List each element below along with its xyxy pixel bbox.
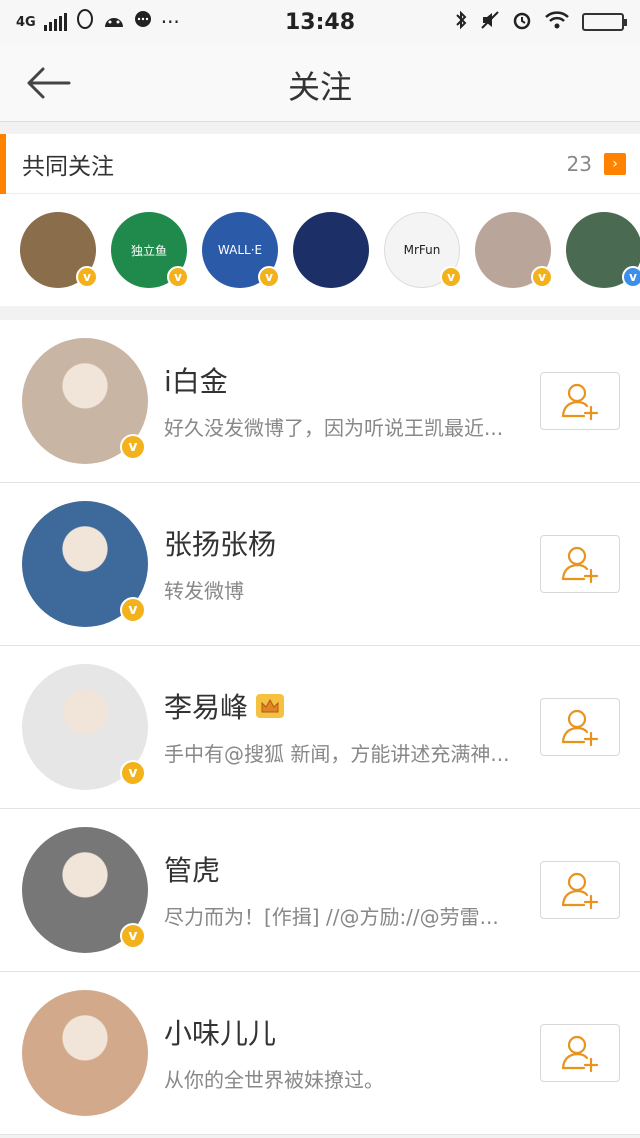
add-user-icon <box>561 709 599 747</box>
follow-button[interactable] <box>540 861 620 919</box>
mutual-follow-count: 23 <box>566 151 592 176</box>
avatar-image <box>22 990 148 1116</box>
status-right <box>454 10 627 35</box>
user-description: 手中有@搜狐 新闻，方能讲述充满神... <box>164 742 510 766</box>
user-description: 好久没发微博了，因为听说王凯最近... <box>164 416 504 440</box>
avatar[interactable]: v <box>566 212 640 288</box>
mutual-follow-section: 共同关注 23 › v 独立鱼 v WALL·E v MrFun v v v <box>0 134 640 306</box>
section-accent-bar <box>0 134 6 194</box>
follow-button[interactable] <box>540 1024 620 1082</box>
user-name-wrap: 张扬张杨 <box>164 523 276 563</box>
verified-gold-badge-icon: v <box>531 266 553 288</box>
verified-blue-badge-icon: v <box>622 266 640 288</box>
avatar[interactable]: v <box>22 827 148 953</box>
mutual-follow-header[interactable]: 共同关注 23 › <box>0 134 640 194</box>
status-bar: 4G ··· 13:48 <box>0 0 640 44</box>
follow-button[interactable] <box>540 372 620 430</box>
user-name[interactable]: 张扬张杨 <box>164 523 276 563</box>
list-item[interactable]: v 李易峰手中有@搜狐 新闻，方能讲述充满神... <box>0 646 640 809</box>
mute-icon <box>480 10 500 35</box>
status-left: 4G ··· <box>16 8 454 36</box>
verified-gold-badge-icon: v <box>258 266 280 288</box>
user-description: 转发微博 <box>164 579 244 603</box>
list-item[interactable]: v 张扬张杨转发微博 <box>0 483 640 646</box>
user-name[interactable]: 管虎 <box>164 849 220 889</box>
crown-icon <box>256 694 285 718</box>
user-name[interactable]: i白金 <box>164 360 228 400</box>
chevron-right-icon[interactable]: › <box>604 152 626 175</box>
wifi-icon <box>544 10 570 35</box>
verified-gold-badge-icon: v <box>76 266 98 288</box>
list-item[interactable]: v 管虎尽力而为！[作揖] //@方励://@劳雷... <box>0 809 640 972</box>
chat-icon <box>133 10 153 35</box>
avatar[interactable]: WALL·E v <box>202 212 280 288</box>
page-title: 关注 <box>287 68 352 106</box>
user-description: 从你的全世界被妹撩过。 <box>164 1068 384 1092</box>
user-name-wrap: 小味儿儿 <box>164 1012 276 1052</box>
avatar[interactable]: v <box>22 501 148 627</box>
more-notifications: ··· <box>160 10 180 34</box>
bluetooth-icon <box>454 10 468 35</box>
mutual-avatar-row: v 独立鱼 v WALL·E v MrFun v v v <box>0 194 640 306</box>
following-list: v i白金好久没发微博了，因为听说王凯最近... v 张扬张杨转发微博 v 李易峰手中有@… <box>0 320 640 1135</box>
avatar[interactable] <box>22 990 148 1116</box>
signal-icon <box>43 13 67 31</box>
verified-gold-badge-icon: v <box>440 266 462 288</box>
network-type: 4G <box>16 14 36 30</box>
user-description: 尽力而为！[作揖] //@方励://@劳雷... <box>164 905 499 929</box>
list-item[interactable]: v i白金好久没发微博了，因为听说王凯最近... <box>0 320 640 483</box>
verified-gold-badge-icon: v <box>120 434 146 460</box>
avatar-image <box>293 212 369 288</box>
alarm-icon <box>512 10 532 35</box>
verified-gold-badge-icon: v <box>120 597 146 623</box>
follow-button[interactable] <box>540 535 620 593</box>
user-name[interactable]: 李易峰 <box>164 686 248 726</box>
battery-icon <box>582 13 627 31</box>
avatar[interactable]: v <box>20 212 98 288</box>
verified-gold-badge-icon: v <box>120 923 146 949</box>
verified-gold-badge-icon: v <box>167 266 189 288</box>
user-name-wrap: 李易峰 <box>164 686 285 726</box>
avatar[interactable]: v <box>22 664 148 790</box>
avatar[interactable]: 独立鱼 v <box>111 212 189 288</box>
android-icon <box>103 11 125 34</box>
add-user-icon <box>561 383 599 421</box>
mutual-follow-title: 共同关注 <box>22 153 114 180</box>
nav-bar: 关注 <box>0 44 640 122</box>
add-user-icon <box>561 546 599 584</box>
avatar[interactable]: v <box>22 338 148 464</box>
user-name-wrap: i白金 <box>164 360 228 400</box>
user-name[interactable]: 小味儿儿 <box>164 1012 276 1052</box>
add-user-icon <box>561 872 599 910</box>
verified-gold-badge-icon: v <box>120 760 146 786</box>
qq-icon <box>75 8 95 36</box>
add-user-icon <box>561 1035 599 1073</box>
avatar[interactable]: MrFun v <box>384 212 462 288</box>
avatar[interactable] <box>293 212 369 288</box>
avatar[interactable]: v <box>475 212 553 288</box>
user-name-wrap: 管虎 <box>164 849 220 889</box>
follow-button[interactable] <box>540 698 620 756</box>
list-item[interactable]: 小味儿儿从你的全世界被妹撩过。 <box>0 972 640 1135</box>
